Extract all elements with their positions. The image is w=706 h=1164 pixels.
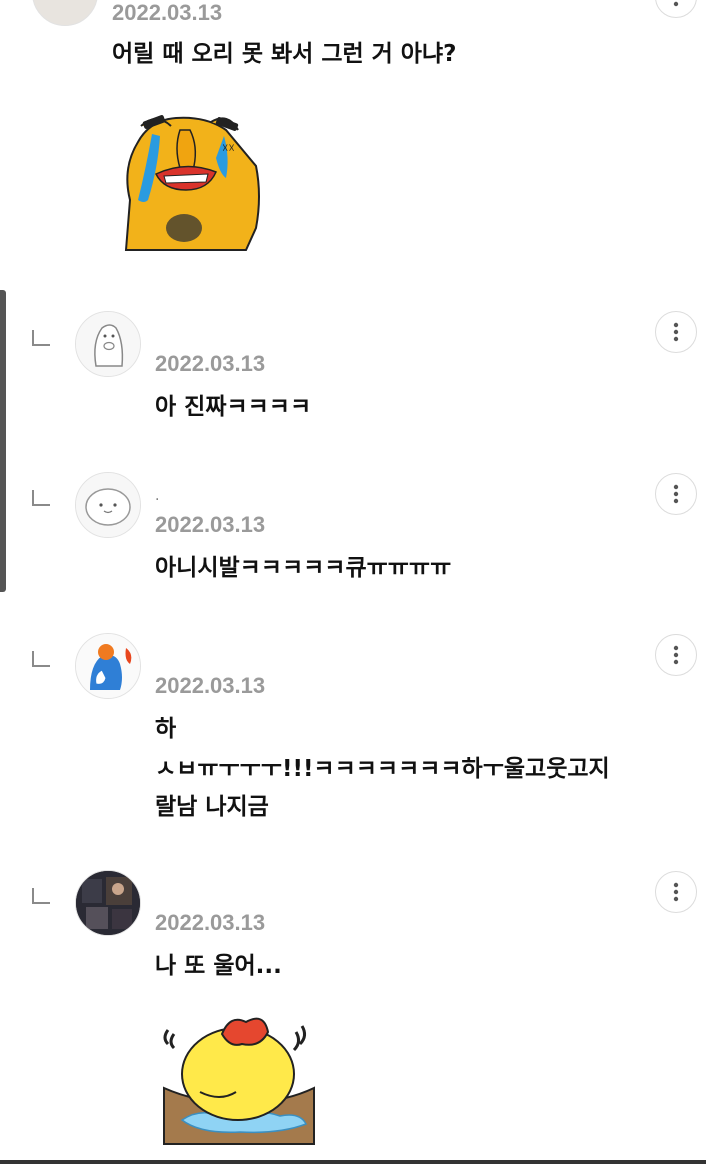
blue-character-avatar-icon xyxy=(76,634,140,698)
reply-date: 2022.03.13 xyxy=(155,910,266,935)
reply-avatar[interactable] xyxy=(75,870,141,936)
scrollbar[interactable] xyxy=(0,290,6,592)
reply-text: 아 진짜ㅋㅋㅋㅋ xyxy=(155,394,312,420)
reply-indicator xyxy=(32,330,50,346)
more-vertical-icon xyxy=(673,1,679,7)
top-comment-more-button[interactable] xyxy=(655,0,697,18)
crying-duck-sticker-icon xyxy=(163,1017,315,1145)
top-comment-date: 2022.03.13 xyxy=(112,0,223,25)
reply-more-button[interactable] xyxy=(655,634,697,676)
reply-text-line: 랄남 나지금 xyxy=(155,794,269,820)
reply-more-button[interactable] xyxy=(655,311,697,353)
reply-avatar[interactable] xyxy=(75,311,141,377)
crying-bear-sticker: ☓☓ xyxy=(116,108,266,253)
blob-avatar-icon xyxy=(76,473,140,537)
crying-bear-sticker-icon: ☓☓ xyxy=(124,115,260,251)
more-vertical-icon xyxy=(673,882,679,902)
reply-avatar[interactable] xyxy=(75,472,141,538)
reply-more-button[interactable] xyxy=(655,871,697,913)
more-vertical-icon xyxy=(673,645,679,665)
reply-more-button[interactable] xyxy=(655,473,697,515)
reply-date: 2022.03.13 xyxy=(155,512,266,537)
top-comment-text: 어릴 때 오리 못 봐서 그런 거 아냐? xyxy=(112,41,457,67)
penguin-avatar-icon xyxy=(76,312,140,376)
more-vertical-icon xyxy=(673,484,679,504)
bottom-divider xyxy=(0,1160,706,1164)
reply-indicator xyxy=(32,490,50,506)
more-vertical-icon xyxy=(673,322,679,342)
svg-text:☓☓: ☓☓ xyxy=(222,141,235,155)
crying-duck-sticker xyxy=(160,1008,320,1150)
reply-text-line: 하 xyxy=(155,716,177,742)
reply-date: 2022.03.13 xyxy=(155,351,266,376)
reply-indicator xyxy=(32,888,50,904)
reply-indicator xyxy=(32,651,50,667)
photo-avatar-icon xyxy=(76,871,140,935)
reply-avatar[interactable] xyxy=(75,633,141,699)
reply-author-name: . xyxy=(155,488,160,504)
top-comment-avatar[interactable] xyxy=(32,0,98,26)
reply-text: 아니시발ㅋㅋㅋㅋㅋ큐ㅠㅠㅠㅠ xyxy=(155,555,452,581)
reply-date: 2022.03.13 xyxy=(155,673,266,698)
reply-text: 나 또 울어... xyxy=(155,953,282,979)
reply-text-line: ㅅㅂㅠㅜㅜㅜ!!!ㅋㅋㅋㅋㅋㅋㅋ하ㅜ울고웃고지 xyxy=(155,756,610,782)
